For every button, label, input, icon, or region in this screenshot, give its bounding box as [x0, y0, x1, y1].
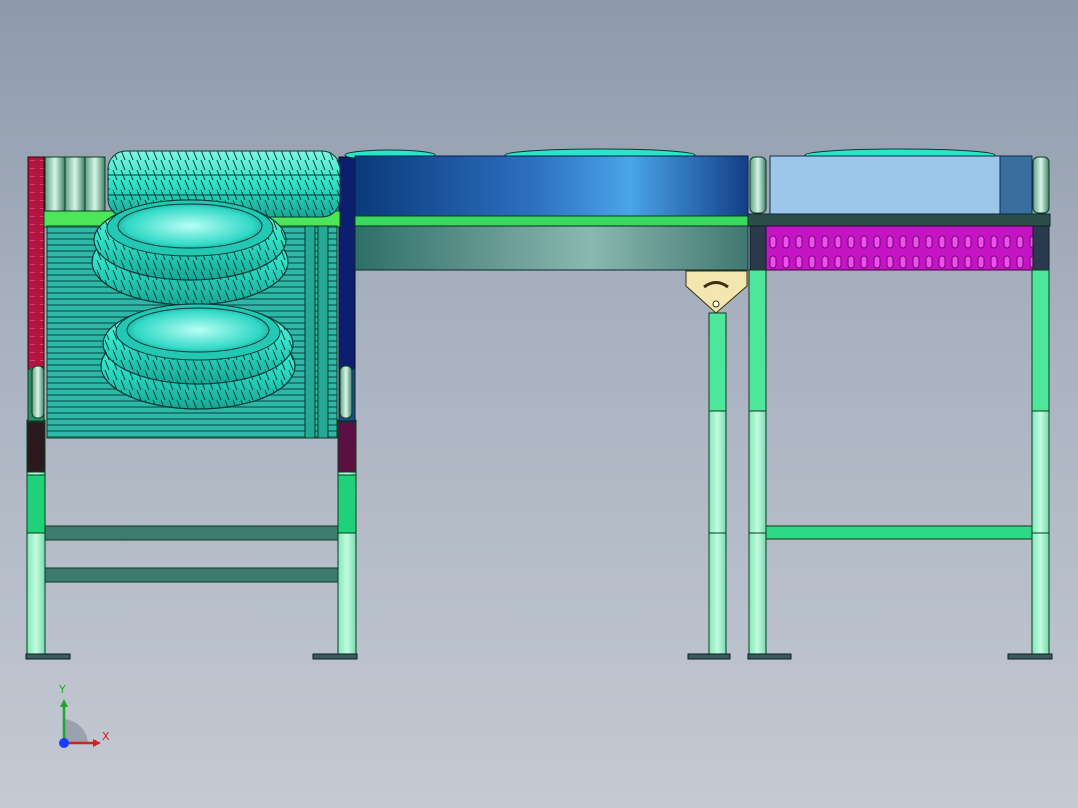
- right-joint-roller-a[interactable]: [749, 156, 767, 214]
- left-side-rail-navy[interactable]: [338, 156, 356, 370]
- conveyor-model[interactable]: [0, 0, 1078, 808]
- cad-viewport[interactable]: Y X: [0, 0, 1078, 808]
- right-magenta-roller[interactable]: [765, 225, 1034, 271]
- left-end-roller-a[interactable]: [31, 365, 45, 419]
- right-crossbar[interactable]: [765, 525, 1033, 540]
- middle-blue-belt[interactable]: [354, 155, 749, 217]
- middle-side-frame[interactable]: [354, 225, 749, 271]
- middle-foot[interactable]: [687, 653, 731, 660]
- right-joint-roller-b[interactable]: [1032, 156, 1050, 214]
- right-foot-back[interactable]: [1007, 653, 1053, 660]
- y-axis-label: Y: [59, 683, 66, 696]
- left-top-rollers: [44, 156, 106, 212]
- left-crossbar-lower[interactable]: [44, 567, 339, 583]
- tire-stack-upper[interactable]: [91, 199, 289, 306]
- left-foot-front[interactable]: [25, 653, 71, 660]
- left-end-roller-b[interactable]: [339, 365, 353, 419]
- mounting-bracket[interactable]: [685, 270, 748, 314]
- middle-green-strip: [354, 215, 749, 227]
- coordinate-triad: Y X: [50, 683, 120, 755]
- right-conveyor-module[interactable]: [747, 148, 1053, 660]
- right-foot-front[interactable]: [747, 653, 792, 660]
- right-light-panel[interactable]: [769, 155, 1001, 217]
- left-side-rail-red[interactable]: [27, 156, 45, 370]
- left-conveyor-module[interactable]: [25, 150, 358, 660]
- x-axis-label: X: [102, 730, 110, 743]
- z-axis-dot: [59, 738, 69, 748]
- middle-conveyor-module[interactable]: [344, 148, 749, 660]
- left-crossbar-upper[interactable]: [44, 525, 339, 541]
- left-foot-back[interactable]: [312, 653, 358, 660]
- tire-stack-lower[interactable]: [100, 303, 296, 410]
